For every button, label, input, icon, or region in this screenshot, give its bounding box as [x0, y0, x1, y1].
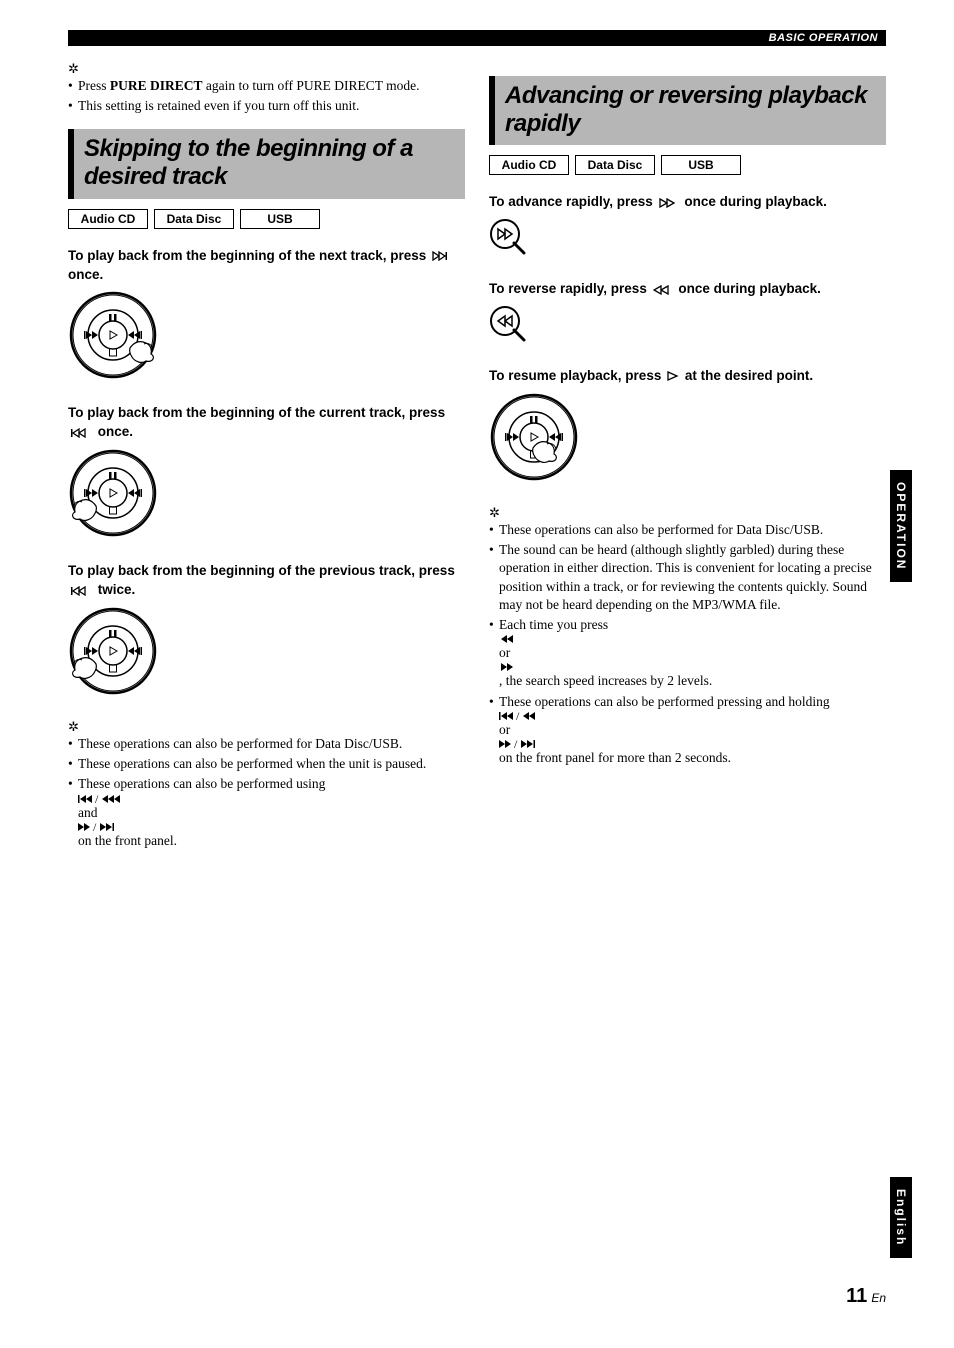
svg-text:/: / [514, 739, 518, 749]
rewind-icon [499, 634, 886, 644]
svg-text:/: / [95, 794, 99, 804]
tag-audio-cd: Audio CD [489, 155, 569, 175]
tip-item: These operations can also be performed w… [68, 755, 465, 773]
fwd-skip-combo-icon: / [499, 739, 886, 749]
page-number: 11En [846, 1285, 886, 1308]
figure-dpad-prev [68, 448, 465, 544]
left-column: ✲ Press PURE DIRECT again to turn off PU… [68, 62, 465, 862]
side-tab-operation: OPERATION [890, 470, 912, 582]
tip-icon: ✲ [68, 720, 465, 733]
right-column: Advancing or reversing playback rapidly … [489, 62, 886, 862]
tag-audio-cd: Audio CD [68, 209, 148, 229]
fast-forward-icon [659, 198, 679, 208]
tips-list-2: These operations can also be performed f… [68, 735, 465, 850]
tag-usb: USB [240, 209, 320, 229]
instruction-previous-track: To play back from the beginning of the p… [68, 562, 465, 600]
section-heading-advance: Advancing or reversing playback rapidly [489, 76, 886, 145]
tag-usb: USB [661, 155, 741, 175]
prev-track-icon [70, 428, 92, 438]
tip-item: Each time you press or , the search spee… [489, 616, 886, 691]
instruction-next-track: To play back from the beginning of the n… [68, 247, 465, 285]
instruction-reverse: To reverse rapidly, press once during pl… [489, 280, 886, 299]
tag-data-disc: Data Disc [575, 155, 655, 175]
tip-item: These operations can also be performed f… [489, 521, 886, 539]
instruction-advance: To advance rapidly, press once during pl… [489, 193, 886, 212]
tip-item: This setting is retained even if you tur… [68, 97, 465, 115]
figure-magnifier-fwd [489, 218, 886, 262]
next-track-icon [432, 251, 454, 261]
figure-magnifier-rev [489, 305, 886, 349]
header-category: BASIC OPERATION [68, 30, 886, 46]
media-tags: Audio CD Data Disc USB [489, 155, 886, 175]
prev-track-icon [70, 586, 92, 596]
tips-list-1: Press PURE DIRECT again to turn off PURE… [68, 77, 465, 115]
tips-list-right: These operations can also be performed f… [489, 521, 886, 767]
svg-text:/: / [516, 711, 520, 721]
skip-rewind-combo-icon: / [78, 794, 465, 804]
figure-dpad-next [68, 290, 465, 386]
tip-item: These operations can also be performed p… [489, 693, 886, 768]
rewind-icon [653, 285, 673, 295]
tip-item: These operations can also be performed u… [68, 775, 465, 850]
tip-item: The sound can be heard (although slightl… [489, 541, 886, 614]
media-tags: Audio CD Data Disc USB [68, 209, 465, 229]
figure-dpad-play [489, 392, 886, 488]
skip-rewind-combo-icon: / [499, 711, 886, 721]
tip-icon: ✲ [489, 506, 886, 519]
instruction-resume: To resume playback, press at the desired… [489, 367, 886, 386]
fast-forward-icon [499, 662, 886, 672]
tip-icon: ✲ [68, 62, 465, 75]
svg-text:/: / [93, 822, 97, 832]
section-heading-skip: Skipping to the beginning of a desired t… [68, 129, 465, 198]
tip-item: Press PURE DIRECT again to turn off PURE… [68, 77, 465, 95]
fwd-skip-combo-icon: / [78, 822, 465, 832]
tag-data-disc: Data Disc [154, 209, 234, 229]
side-tab-language: English [890, 1177, 912, 1258]
figure-dpad-prev-twice [68, 606, 465, 702]
instruction-current-track: To play back from the beginning of the c… [68, 404, 465, 442]
tip-item: These operations can also be performed f… [68, 735, 465, 753]
play-icon [667, 371, 679, 381]
